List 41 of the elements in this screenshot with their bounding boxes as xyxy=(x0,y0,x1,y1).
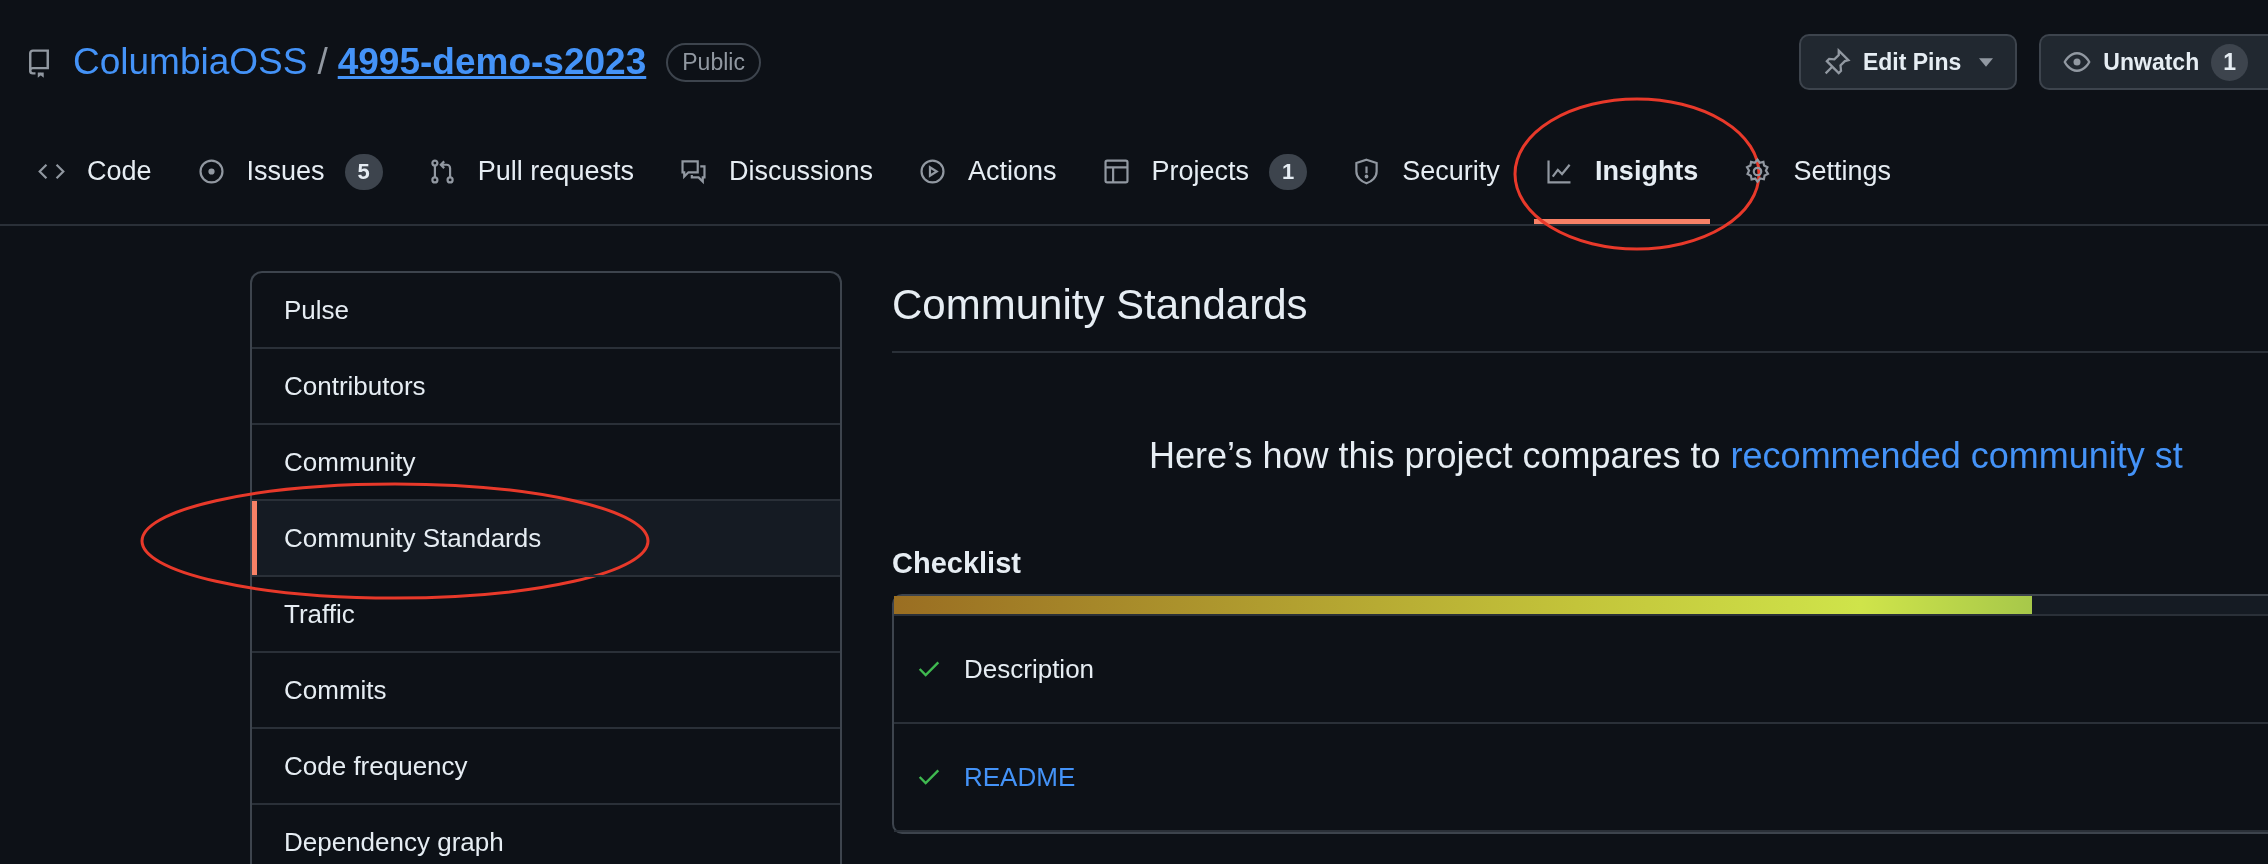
nav-tab[interactable]: Settings xyxy=(1732,124,1903,224)
nav-tab[interactable]: Pull requests xyxy=(416,124,646,224)
sidebar-item[interactable]: Dependency graph xyxy=(252,805,840,864)
watch-count: 1 xyxy=(2211,43,2248,81)
sidebar-item[interactable]: Community Standards xyxy=(252,501,840,575)
gear-icon xyxy=(1744,158,1772,185)
nav-tab[interactable]: Security xyxy=(1341,124,1512,224)
count-badge: 5 xyxy=(344,153,383,190)
repo-name-link[interactable]: 4995-demo-s2023 xyxy=(337,41,647,83)
checklist-label: Description xyxy=(964,653,1095,685)
graph-icon xyxy=(1545,158,1573,185)
pin-icon xyxy=(1822,48,1851,76)
nav-tab[interactable]: Issues 5 xyxy=(185,124,395,224)
checklist-link[interactable]: README xyxy=(964,761,1076,793)
table-icon xyxy=(1102,158,1130,185)
issue-icon xyxy=(197,158,225,185)
sidebar-item[interactable]: Pulse xyxy=(252,273,840,347)
sidebar-item[interactable]: Community xyxy=(252,425,840,499)
checklist-heading: Checklist xyxy=(892,547,1022,580)
sidebar-item[interactable]: Code frequency xyxy=(252,729,840,803)
nav-tab[interactable]: Discussions xyxy=(667,124,885,224)
sidebar-item[interactable]: Traffic xyxy=(252,577,840,651)
sidebar-item[interactable]: Commits xyxy=(252,653,840,727)
caret-icon xyxy=(1979,57,1994,67)
discussion-icon xyxy=(679,158,707,185)
header-button[interactable]: Unwatch 1 xyxy=(2039,34,2268,90)
intro-text: Here’s how this project compares to recommended community st xyxy=(1148,435,2184,477)
nav-tab[interactable]: Code xyxy=(26,124,164,224)
owner-link[interactable]: ColumbiaOSS xyxy=(73,41,308,83)
sidebar-item[interactable]: Contributors xyxy=(252,349,840,423)
shield-icon xyxy=(1353,158,1381,185)
standards-link[interactable]: recommended community st xyxy=(1730,435,2183,476)
visibility-label: Public xyxy=(666,42,761,82)
play-icon xyxy=(919,158,946,185)
path-separator: / xyxy=(317,41,328,83)
nav-tab[interactable]: Actions xyxy=(907,124,1069,224)
pr-icon xyxy=(428,158,456,185)
page-title: Community Standards xyxy=(892,281,2268,353)
nav-tab[interactable]: Projects 1 xyxy=(1090,124,1320,224)
header-button[interactable]: Edit Pins xyxy=(1798,34,2018,90)
count-badge: 1 xyxy=(1269,153,1308,190)
